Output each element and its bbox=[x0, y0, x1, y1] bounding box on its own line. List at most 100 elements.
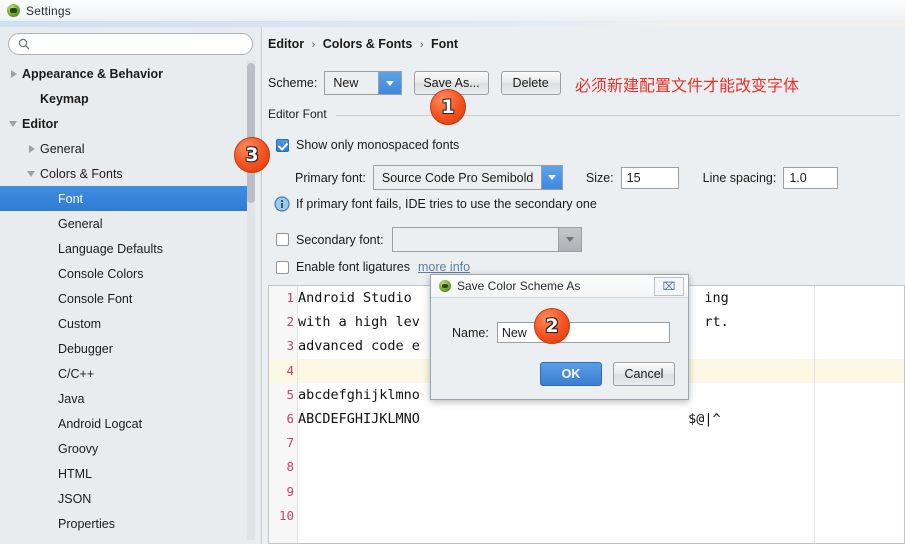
scheme-row: Scheme: New Save As... Delete bbox=[268, 70, 561, 96]
editor-font-section-title: Editor Font bbox=[268, 107, 333, 121]
sidebar-item-properties[interactable]: Properties bbox=[0, 511, 248, 536]
scheme-dropdown[interactable]: New bbox=[324, 71, 403, 95]
sidebar-item-label: HTML bbox=[58, 466, 93, 481]
dialog-title: Save Color Scheme As bbox=[457, 279, 581, 293]
cancel-button[interactable]: Cancel bbox=[613, 362, 675, 386]
dialog-buttons: OK Cancel bbox=[540, 362, 675, 386]
chevron-down-icon[interactable] bbox=[8, 118, 19, 129]
sidebar-item-general[interactable]: General bbox=[0, 211, 248, 236]
sidebar-item-custom[interactable]: Custom bbox=[0, 311, 248, 336]
sidebar-item-console-font[interactable]: Console Font bbox=[0, 286, 248, 311]
monospaced-label: Show only monospaced fonts bbox=[296, 138, 460, 152]
primary-font-dropdown[interactable]: Source Code Pro Semibold bbox=[372, 165, 563, 190]
sidebar-item-language-defaults[interactable]: Language Defaults bbox=[0, 236, 248, 261]
breadcrumb-separator-1: › bbox=[311, 39, 316, 51]
android-studio-icon bbox=[439, 280, 451, 292]
settings-tree[interactable]: Appearance & Behavior Keymap Editor General… bbox=[0, 61, 248, 544]
sidebar-item-label: JSON bbox=[58, 491, 92, 506]
sidebar-item-label: Font bbox=[58, 191, 84, 206]
close-icon[interactable]: ⌧ bbox=[654, 277, 684, 296]
secondary-font-row[interactable]: Secondary font: bbox=[276, 227, 582, 252]
sidebar-item-debugger[interactable]: Debugger bbox=[0, 336, 248, 361]
sidebar-item-java[interactable]: Java bbox=[0, 386, 248, 411]
sidebar-item-console-colors[interactable]: Console Colors bbox=[0, 261, 248, 286]
monospaced-checkbox-row[interactable]: Show only monospaced fonts bbox=[276, 138, 459, 152]
breadcrumb-part-editor: Editor bbox=[268, 37, 305, 51]
preview-line-number: 8 bbox=[286, 459, 294, 475]
dialog-name-input[interactable] bbox=[496, 322, 670, 343]
settings-sidebar: Appearance & Behavior Keymap Editor General… bbox=[0, 27, 262, 544]
preview-line-number: 6 bbox=[286, 410, 294, 426]
preview-line-number: 3 bbox=[286, 338, 294, 354]
sidebar-scrollbar-thumb[interactable] bbox=[247, 63, 255, 203]
sidebar-item-label: Custom bbox=[58, 316, 102, 331]
sidebar-item-android-logcat[interactable]: Android Logcat bbox=[0, 411, 248, 436]
sidebar-item-label: Properties bbox=[58, 516, 115, 531]
sidebar-item-groovy[interactable]: Groovy bbox=[0, 436, 248, 461]
sidebar-item-keymap[interactable]: Keymap bbox=[0, 86, 248, 111]
secondary-font-dropdown[interactable] bbox=[391, 227, 582, 252]
sidebar-item-label: Console Colors bbox=[58, 266, 144, 281]
dialog-titlebar: Save Color Scheme As ⌧ bbox=[431, 275, 688, 298]
preview-line-number: 9 bbox=[286, 483, 294, 499]
sidebar-item-editor[interactable]: Editor bbox=[0, 111, 248, 136]
chevron-down-icon[interactable] bbox=[378, 72, 402, 94]
sidebar-item-label: Debugger bbox=[58, 341, 113, 356]
sidebar-item-label: Android Logcat bbox=[58, 416, 143, 431]
chevron-right-icon[interactable] bbox=[26, 143, 37, 154]
editor-font-section-header: Editor Font bbox=[268, 107, 900, 123]
preview-line-number: 5 bbox=[286, 386, 294, 402]
ligatures-checkbox[interactable] bbox=[276, 260, 289, 274]
chevron-down-icon[interactable] bbox=[541, 166, 562, 189]
sidebar-item-html[interactable]: HTML bbox=[0, 461, 248, 486]
window-titlebar: Settings bbox=[0, 0, 905, 22]
info-icon bbox=[274, 196, 290, 212]
window-title: Settings bbox=[26, 3, 71, 18]
sidebar-item-c-c[interactable]: C/C++ bbox=[0, 361, 248, 386]
sidebar-item-appearance-behavior[interactable]: Appearance & Behavior bbox=[0, 61, 248, 86]
sidebar-item-colors-fonts[interactable]: Colors & Fonts bbox=[0, 161, 248, 186]
sidebar-item-label: Colors & Fonts bbox=[40, 166, 123, 181]
scheme-label: Scheme: bbox=[268, 76, 318, 90]
android-studio-icon bbox=[7, 4, 20, 17]
annotation-badge-1: 1 bbox=[430, 89, 466, 125]
preview-line-number-gutter: 1 2 3 4 5 6 7 8 9 10 bbox=[269, 286, 298, 543]
preview-right-margin-guide bbox=[814, 286, 815, 543]
primary-font-info-text: If primary font fails, IDE tries to use … bbox=[296, 197, 597, 211]
secondary-font-checkbox[interactable] bbox=[276, 233, 289, 246]
chevron-down-icon[interactable] bbox=[26, 168, 37, 179]
ok-button[interactable]: OK bbox=[540, 362, 602, 386]
chevron-down-icon[interactable] bbox=[557, 228, 581, 251]
dialog-name-label: Name: bbox=[452, 325, 489, 340]
sidebar-item-general[interactable]: General bbox=[0, 136, 248, 161]
ligatures-row[interactable]: Enable font ligatures more info bbox=[276, 260, 470, 274]
primary-font-label: Primary font: bbox=[295, 170, 366, 185]
sidebar-item-label: Language Defaults bbox=[58, 241, 163, 256]
line-spacing-input[interactable] bbox=[783, 166, 839, 189]
primary-font-info-row: If primary font fails, IDE tries to use … bbox=[274, 196, 597, 212]
sidebar-item-label: General bbox=[58, 216, 103, 231]
breadcrumb: Editor › Colors & Fonts › Font bbox=[268, 37, 458, 51]
scheme-value: New bbox=[333, 76, 359, 90]
more-info-link[interactable]: more info bbox=[418, 260, 470, 274]
primary-font-value: Source Code Pro Semibold bbox=[381, 170, 534, 185]
sidebar-item-json[interactable]: JSON bbox=[0, 486, 248, 511]
breadcrumb-separator-2: › bbox=[419, 39, 424, 51]
search-input[interactable] bbox=[8, 33, 253, 55]
settings-window: Settings Appearance & Behavior Keymap Edit… bbox=[0, 0, 905, 544]
sidebar-item-font[interactable]: Font bbox=[0, 186, 248, 211]
size-input[interactable] bbox=[620, 166, 679, 189]
delete-button[interactable]: Delete bbox=[500, 71, 561, 95]
chevron-right-icon[interactable] bbox=[8, 68, 19, 79]
monospaced-checkbox[interactable] bbox=[276, 138, 289, 152]
sidebar-item-label: Console Font bbox=[58, 291, 133, 306]
